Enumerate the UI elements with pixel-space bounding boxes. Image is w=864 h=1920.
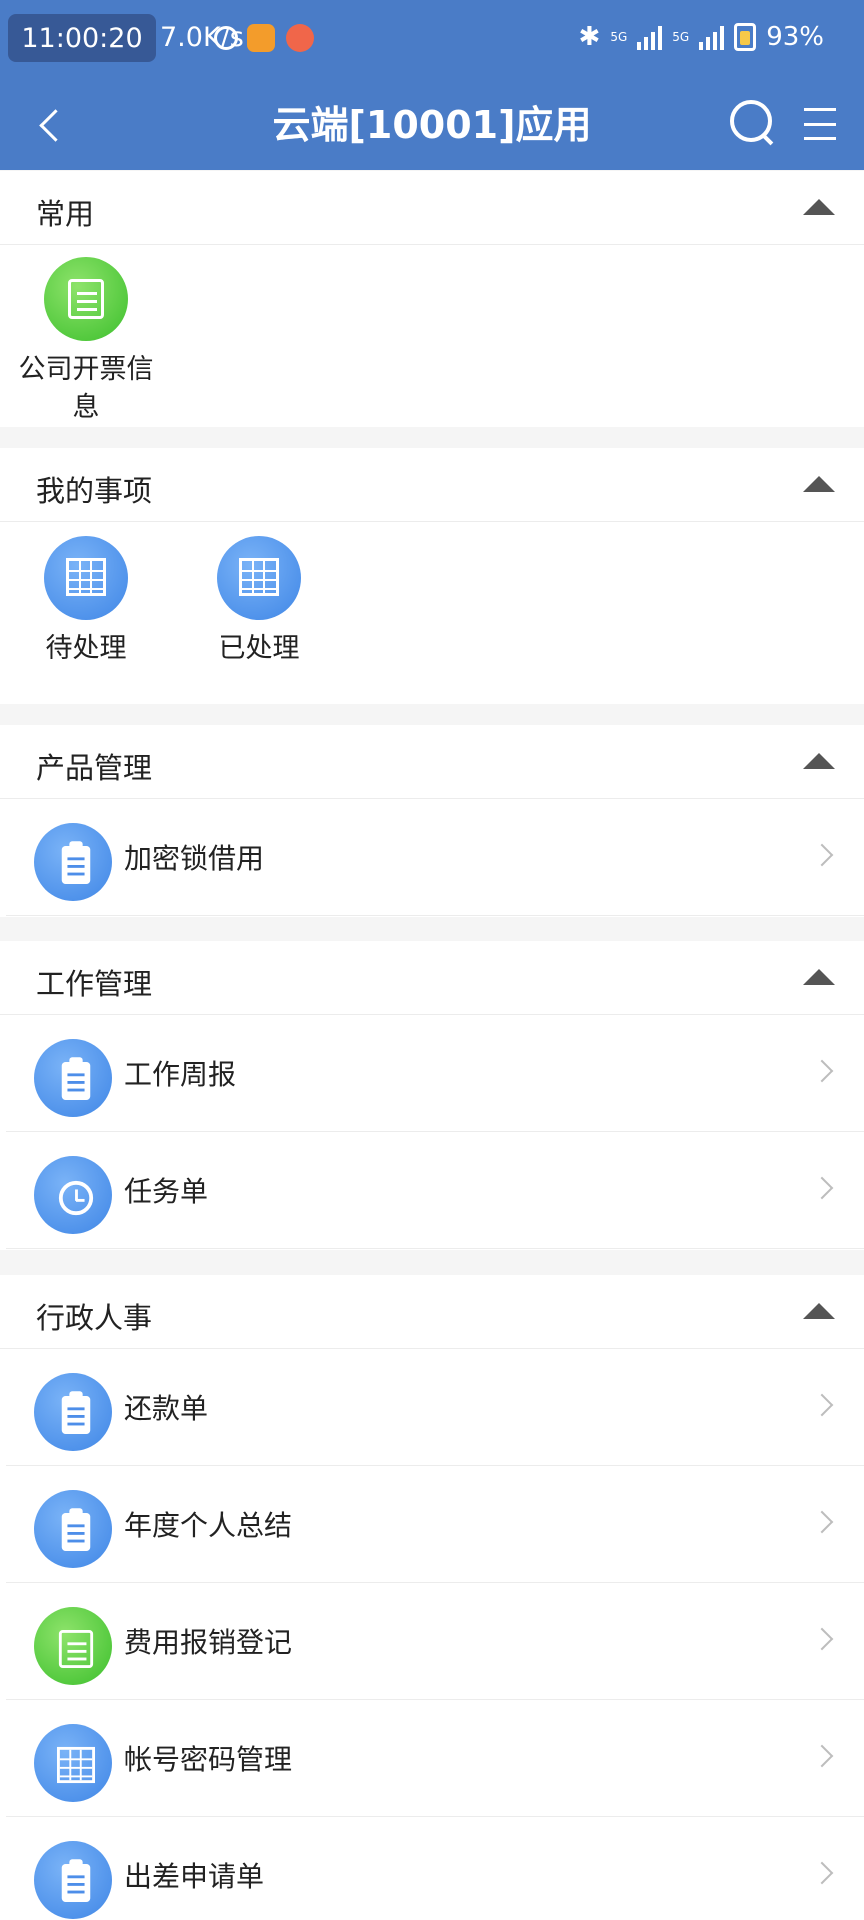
collapse-triangle-icon[interactable] <box>803 1303 835 1319</box>
section-work: 工作管理 工作周报 任务单 <box>0 941 864 1250</box>
clipboard-icon <box>34 1039 112 1117</box>
section-header[interactable]: 行政人事 <box>0 1275 864 1349</box>
list-item-label: 出差申请单 <box>124 1860 265 1893</box>
grid-item-label: 已处理 <box>218 633 300 664</box>
list-item-weekly-report[interactable]: 工作周报 <box>6 1015 864 1132</box>
signal-icon-2 <box>699 24 725 50</box>
section-header[interactable]: 常用 <box>0 171 864 245</box>
collapse-triangle-icon[interactable] <box>803 199 835 215</box>
notepad-icon <box>34 1607 112 1685</box>
nav-bar: 云端[10001]应用 <box>0 80 864 170</box>
list-item-expense-claim[interactable]: 费用报销登记 <box>6 1583 864 1700</box>
search-icon[interactable] <box>728 98 776 148</box>
collapse-triangle-icon[interactable] <box>803 476 835 492</box>
section-title: 行政人事 <box>36 1301 153 1335</box>
section-my-items: 我的事项 待处理 已处理 <box>0 448 864 704</box>
grid-item-label: 待处理 <box>45 633 127 664</box>
list-item-label: 还款单 <box>124 1392 209 1425</box>
chevron-right-icon <box>810 1393 834 1417</box>
app-notification-icon <box>247 24 275 52</box>
notepad-icon <box>44 257 128 341</box>
network-label-1: 5G <box>610 30 628 44</box>
chevron-right-icon <box>810 1627 834 1651</box>
table-icon <box>217 536 301 620</box>
menu-icon[interactable] <box>804 104 836 144</box>
alarm-status-icon <box>214 26 238 50</box>
section-title: 常用 <box>36 197 95 231</box>
table-icon <box>44 536 128 620</box>
battery-level: 93% <box>766 22 824 52</box>
clipboard-icon <box>34 1373 112 1451</box>
list-item-label: 工作周报 <box>124 1058 237 1091</box>
status-time: 11:00:20 <box>8 14 156 62</box>
section-header[interactable]: 我的事项 <box>0 448 864 522</box>
section-header[interactable]: 产品管理 <box>0 725 864 799</box>
clipboard-icon <box>34 823 112 901</box>
status-right-group: ✱ 5G 5G 93% <box>579 22 824 52</box>
status-bar: 11:00:20 7.0K/s ✱ 5G 5G 93% <box>0 0 864 80</box>
chevron-right-icon <box>810 1510 834 1534</box>
alarm-clock-icon <box>34 1156 112 1234</box>
table-icon <box>34 1724 112 1802</box>
list-item-task-order[interactable]: 任务单 <box>6 1132 864 1249</box>
list-item-annual-summary[interactable]: 年度个人总结 <box>6 1466 864 1583</box>
signal-icon-1 <box>637 24 663 50</box>
list-item-dongle-borrow[interactable]: 加密锁借用 <box>6 799 864 916</box>
list-item-label: 费用报销登记 <box>124 1626 293 1659</box>
list-item-account-passwords[interactable]: 帐号密码管理 <box>6 1700 864 1817</box>
section-common: 常用 公司开票信 息 <box>0 171 864 427</box>
clipboard-icon <box>34 1490 112 1568</box>
chevron-right-icon <box>810 1176 834 1200</box>
section-admin: 行政人事 还款单 年度个人总结 费用报销登记 帐号密码管理 出差申请单 <box>0 1275 864 1920</box>
app-header: 11:00:20 7.0K/s ✱ 5G 5G 93% 云端[10001]应用 <box>0 0 864 170</box>
clipboard-icon <box>34 1841 112 1919</box>
grid-item-company-invoice[interactable]: 公司开票信 息 <box>11 257 161 427</box>
chevron-right-icon <box>810 1861 834 1885</box>
battery-icon <box>734 23 757 51</box>
grid-item-label: 公司开票信 息 <box>18 354 154 423</box>
app-notification-icon-2 <box>286 24 314 52</box>
list-item-business-trip[interactable]: 出差申请单 <box>6 1817 864 1920</box>
chevron-right-icon <box>810 843 834 867</box>
collapse-triangle-icon[interactable] <box>803 969 835 985</box>
list-item-label: 加密锁借用 <box>124 842 265 875</box>
list-item-repayment[interactable]: 还款单 <box>6 1349 864 1466</box>
network-label-2: 5G <box>672 30 690 44</box>
section-title: 产品管理 <box>36 751 153 785</box>
list-item-label: 年度个人总结 <box>124 1509 293 1542</box>
list-item-label: 帐号密码管理 <box>124 1743 293 1776</box>
collapse-triangle-icon[interactable] <box>803 753 835 769</box>
section-title: 工作管理 <box>36 967 153 1001</box>
grid-item-processed[interactable]: 已处理 <box>184 536 334 668</box>
section-header[interactable]: 工作管理 <box>0 941 864 1015</box>
chevron-right-icon <box>810 1059 834 1083</box>
chevron-right-icon <box>810 1744 834 1768</box>
list-item-label: 任务单 <box>124 1175 209 1208</box>
bluetooth-icon: ✱ <box>578 22 601 52</box>
grid-item-pending[interactable]: 待处理 <box>11 536 161 668</box>
section-title: 我的事项 <box>36 474 153 508</box>
section-product: 产品管理 加密锁借用 <box>0 725 864 917</box>
